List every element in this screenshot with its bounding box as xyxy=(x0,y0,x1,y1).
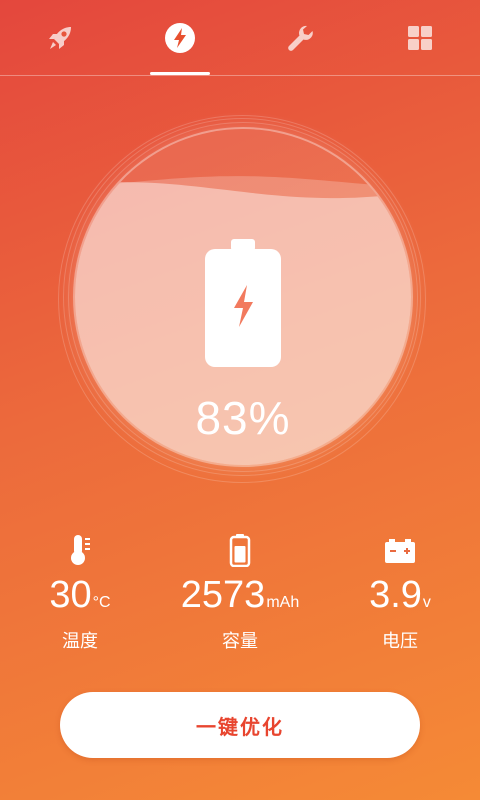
voltage-value: 3.9 xyxy=(369,574,422,616)
car-battery-icon xyxy=(385,539,415,563)
tab-tools[interactable] xyxy=(240,0,360,76)
tab-bar xyxy=(0,0,480,76)
optimize-button[interactable]: 一键优化 xyxy=(60,692,420,758)
lightning-icon xyxy=(165,23,195,53)
voltage-unit: v xyxy=(422,594,431,611)
capacity-unit: mAh xyxy=(266,594,300,611)
stat-temperature: 30°C 温度 xyxy=(0,533,160,653)
temperature-label: 温度 xyxy=(62,631,98,652)
tab-divider xyxy=(0,75,480,76)
battery-small-icon xyxy=(229,534,251,567)
battery-percentage: 83% xyxy=(195,392,291,444)
tab-apps[interactable] xyxy=(360,0,480,76)
grid-icon xyxy=(408,26,432,50)
stat-voltage: 3.9v 电压 xyxy=(320,533,480,653)
capacity-value: 2573 xyxy=(180,574,266,616)
capacity-label: 容量 xyxy=(222,631,258,652)
voltage-label: 电压 xyxy=(382,631,418,652)
stat-capacity: 2573mAh 容量 xyxy=(160,533,320,653)
thermometer-icon xyxy=(71,535,90,565)
temperature-value: 30 xyxy=(49,574,92,616)
battery-level-disc: 83% xyxy=(75,129,411,465)
temperature-unit: °C xyxy=(92,594,111,611)
battery-gauge: 83% xyxy=(58,115,426,483)
rocket-icon xyxy=(49,27,71,49)
tab-boost[interactable] xyxy=(0,0,120,76)
battery-charging-icon xyxy=(205,239,281,367)
wrench-icon xyxy=(288,25,313,51)
tab-battery[interactable] xyxy=(120,0,240,76)
